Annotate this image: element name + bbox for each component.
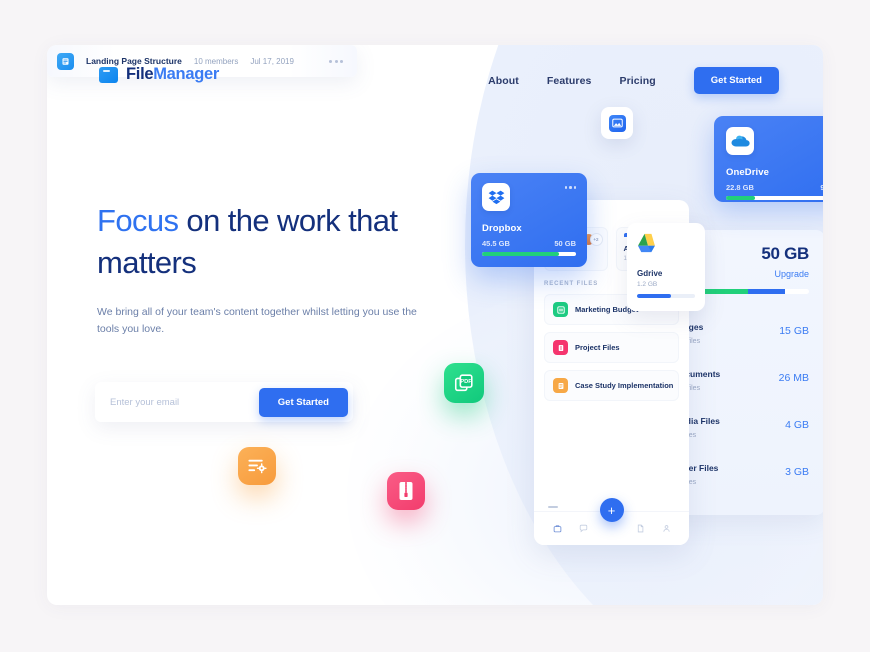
storage-category-list: Images254 files 15 GB Documents120 files… <box>674 308 809 496</box>
chat-bubble-icon[interactable] <box>579 520 588 538</box>
more-dots-icon[interactable] <box>564 186 576 189</box>
onedrive-usage-bar <box>726 196 823 200</box>
google-drive-icon <box>638 233 655 253</box>
onedrive-total: 90 GB <box>820 183 823 192</box>
dropbox-used: 45.5 GB <box>482 239 510 248</box>
svg-text:PDF: PDF <box>460 379 472 385</box>
document-icon <box>553 378 568 393</box>
brand-name: FileManager <box>126 65 219 84</box>
list-settings-icon[interactable] <box>238 447 276 485</box>
file-name: Project Files <box>575 343 620 352</box>
brand-name-part2: Manager <box>153 65 219 83</box>
screenshot-root: FileManager About Features Pricing Get S… <box>0 0 870 652</box>
list-item[interactable]: Images254 files 15 GB <box>674 308 809 355</box>
site-header: FileManager About Features Pricing Get S… <box>47 45 823 115</box>
onedrive-name: OneDrive <box>726 167 770 178</box>
email-signup-form: Get Started <box>95 382 353 422</box>
user-icon[interactable] <box>662 520 671 538</box>
add-button[interactable]: + <box>599 498 624 522</box>
pdf-file-icon[interactable]: PDF <box>444 363 484 403</box>
brand-logo-group[interactable]: FileManager <box>99 65 219 84</box>
hero-subtext: We bring all of your team's content toge… <box>97 305 417 335</box>
nav-link-pricing[interactable]: Pricing <box>619 75 655 87</box>
zip-file-icon[interactable] <box>387 472 425 510</box>
file-name: Case Study Implementation <box>575 381 674 390</box>
onedrive-storage-card[interactable]: OneDrive 22.8 GB 90 GB <box>714 116 823 202</box>
list-item[interactable]: Media Files43 files 4 GB <box>674 402 809 449</box>
briefcase-icon[interactable] <box>553 520 562 538</box>
gdrive-storage-card[interactable]: Gdrive 1.2 GB <box>627 223 705 311</box>
image-glyph <box>608 114 626 132</box>
headline-highlight: Focus <box>97 203 179 238</box>
category-size: 26 MB <box>778 372 809 384</box>
avatar-overflow-count: +2 <box>589 233 603 246</box>
nav-get-started-button[interactable]: Get Started <box>693 67 779 94</box>
presentation-icon <box>553 340 568 355</box>
dropbox-total: 50 GB <box>554 239 576 248</box>
document-icon[interactable] <box>636 520 645 538</box>
brand-name-part1: File <box>126 65 154 83</box>
dropbox-name: Dropbox <box>482 223 522 234</box>
image-file-icon[interactable] <box>601 107 633 139</box>
onedrive-used: 22.8 GB <box>726 183 754 192</box>
primary-nav: About Features Pricing Get Started <box>488 67 779 94</box>
recent-files-section-label: RECENT FILES <box>544 281 599 287</box>
folder-icon <box>99 66 118 83</box>
list-item[interactable]: Project Files <box>544 332 679 363</box>
list-item[interactable]: Documents120 files 26 MB <box>674 355 809 402</box>
hero-get-started-button[interactable]: Get Started <box>258 387 348 417</box>
gdrive-used: 1.2 GB <box>637 281 658 288</box>
landing-page-canvas: FileManager About Features Pricing Get S… <box>47 45 823 605</box>
list-item[interactable]: Other Files88 files 3 GB <box>674 449 809 496</box>
category-size: 3 GB <box>785 466 809 478</box>
dropbox-usage-bar <box>482 252 576 256</box>
storage-bar-blue <box>748 289 785 294</box>
category-size: 15 GB <box>779 325 809 337</box>
page-title: Focus on the work that matters <box>97 200 427 284</box>
gdrive-name: Gdrive <box>637 269 663 278</box>
dropbox-storage-card[interactable]: Dropbox 45.5 GB 50 GB <box>471 173 587 267</box>
onedrive-cloud-icon <box>726 127 754 155</box>
email-field[interactable] <box>95 396 259 408</box>
list-item[interactable]: Case Study Implementation <box>544 370 679 401</box>
category-size: 4 GB <box>785 419 809 431</box>
spreadsheet-icon <box>553 302 568 317</box>
bottom-tab-bar: + <box>534 498 689 545</box>
divider <box>548 506 558 508</box>
gdrive-usage-bar <box>637 294 695 298</box>
nav-link-features[interactable]: Features <box>547 75 592 87</box>
nav-link-about[interactable]: About <box>488 75 519 87</box>
hero-copy: Focus on the work that matters We bring … <box>97 200 427 338</box>
dropbox-icon <box>482 183 510 211</box>
